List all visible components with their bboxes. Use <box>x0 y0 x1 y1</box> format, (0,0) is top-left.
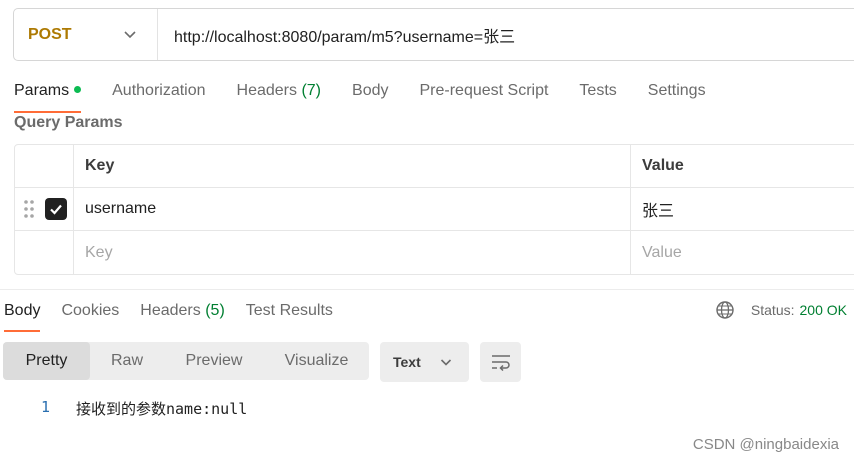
response-tab-headers[interactable]: Headers (5) <box>140 300 225 322</box>
panel-divider[interactable] <box>0 289 854 290</box>
line-content[interactable]: 接收到的参数name:null <box>76 398 247 419</box>
response-tab-headers-label: Headers <box>140 302 201 319</box>
tab-body[interactable]: Body <box>352 80 388 104</box>
response-headers-count: (5) <box>205 302 225 319</box>
response-tabs: Body Cookies Headers (5) Test Results <box>4 300 354 332</box>
tab-pre-request-script-label: Pre-request Script <box>419 82 549 99</box>
request-url-bar: POST http://localhost:8080/param/m5?user… <box>13 8 854 61</box>
format-visualize[interactable]: Visualize <box>264 342 369 380</box>
checkmark-icon <box>50 204 62 215</box>
tab-headers[interactable]: Headers (7) <box>237 80 322 104</box>
tab-tests-label: Tests <box>579 82 617 99</box>
line-number: 1 <box>40 398 50 416</box>
request-tabs: Params Authorization Headers (7) Body Pr… <box>14 80 737 114</box>
response-tab-body[interactable]: Body <box>4 300 41 332</box>
method-label: POST <box>28 25 72 43</box>
tab-headers-label: Headers <box>236 82 297 99</box>
tab-authorization[interactable]: Authorization <box>112 80 205 104</box>
new-param-value-input[interactable]: Value <box>631 231 854 274</box>
params-indicator-dot <box>74 86 82 93</box>
wrap-lines-button[interactable] <box>480 342 521 382</box>
globe-icon[interactable] <box>715 300 735 320</box>
response-tab-test-results[interactable]: Test Results <box>246 300 333 322</box>
chevron-down-icon <box>124 31 136 39</box>
column-header-value: Value <box>642 157 684 174</box>
query-params-title: Query Params <box>14 114 123 131</box>
param-enabled-checkbox[interactable] <box>45 198 67 220</box>
method-select[interactable]: POST <box>14 9 158 60</box>
param-key-input[interactable]: username <box>74 188 631 230</box>
response-body-line: 1 接收到的参数name:null <box>0 398 247 419</box>
wrap-lines-icon <box>491 355 510 371</box>
status-label: Status: <box>750 302 795 318</box>
new-param-key-input[interactable]: Key <box>74 231 631 274</box>
headers-count: (7) <box>301 82 322 99</box>
response-tab-cookies-label: Cookies <box>61 302 120 319</box>
status-value[interactable]: 200 OK <box>800 302 847 318</box>
drag-handle-icon[interactable] <box>23 199 35 219</box>
tab-params-label: Params <box>14 82 70 99</box>
tab-settings[interactable]: Settings <box>648 80 706 104</box>
format-raw[interactable]: Raw <box>90 342 164 380</box>
tab-body-label: Body <box>352 82 389 99</box>
header-handle-cell <box>15 145 74 187</box>
param-value-input[interactable]: 张三 <box>631 188 854 230</box>
tab-authorization-label: Authorization <box>112 82 206 99</box>
format-segmented-control: Pretty Raw Preview Visualize <box>3 342 369 380</box>
response-status: Status: 200 OK <box>715 300 847 320</box>
content-type-label: Text <box>393 354 421 370</box>
tab-pre-request-script[interactable]: Pre-request Script <box>419 80 548 104</box>
content-type-select[interactable]: Text <box>380 342 469 382</box>
tab-tests[interactable]: Tests <box>579 80 616 104</box>
chevron-down-icon <box>440 359 452 366</box>
table-header-row: Key Value <box>15 145 854 188</box>
response-tab-test-results-label: Test Results <box>245 302 333 319</box>
response-tab-body-label: Body <box>4 302 41 319</box>
url-input[interactable]: http://localhost:8080/param/m5?username=… <box>158 23 515 47</box>
tab-settings-label: Settings <box>647 82 706 99</box>
query-params-table: Key Value username 张三 Key Value <box>14 144 854 275</box>
table-row-empty: Key Value <box>15 231 854 274</box>
table-row: username 张三 <box>15 188 854 231</box>
watermark-text: CSDN @ningbaidexia <box>692 436 839 453</box>
format-pretty[interactable]: Pretty <box>3 342 90 380</box>
row-handle-cell <box>15 231 74 274</box>
row-handle-cell <box>15 188 74 230</box>
format-preview[interactable]: Preview <box>164 342 264 380</box>
column-header-key: Key <box>74 145 631 187</box>
tab-params[interactable]: Params <box>14 80 82 113</box>
response-tab-cookies[interactable]: Cookies <box>61 300 119 322</box>
